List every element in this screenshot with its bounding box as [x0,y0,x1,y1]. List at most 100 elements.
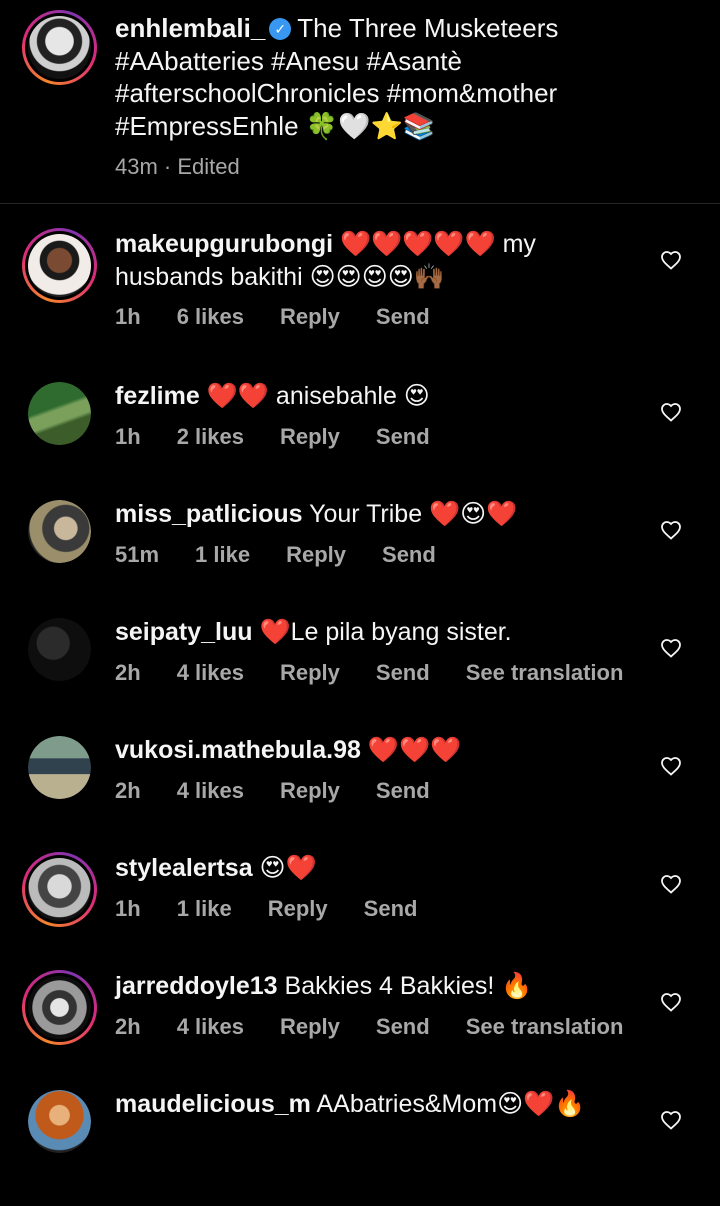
caption-text: enhlembali_ ✓ The Three Musketeers #AAbatt… [115,12,675,143]
comment-body: ❤️❤️❤️ [360,736,462,764]
comment-meta: 2h 4 likes Reply Send See translation [115,1014,659,1040]
send-button[interactable]: Send [376,304,430,330]
heart-outline-icon[interactable] [659,990,683,1014]
send-button[interactable]: Send [364,896,418,922]
comment-avatar-photo [28,1090,91,1153]
comment-likes[interactable]: 6 likes [177,304,244,330]
comment-row: seipaty_luu ❤️Le pila byang sister. 2h 4 l… [0,616,720,734]
comment-avatar-frame [25,855,94,924]
send-button[interactable]: Send [376,424,430,450]
comment-text: makeupgurubongi ❤️❤️❤️❤️❤️ my husbands b… [115,228,640,294]
comment-username[interactable]: jarreddoyle13 [115,972,278,1000]
reply-button[interactable]: Reply [280,424,340,450]
comment-body: Bakkies 4 Bakkies! 🔥 [277,972,533,1000]
comment-avatar-photo [28,976,91,1039]
comment-username[interactable]: vukosi.mathebula.98 [115,736,361,764]
comment-avatar[interactable] [28,382,91,445]
reply-button[interactable]: Reply [280,1014,340,1040]
comment-likes[interactable]: 1 like [195,542,250,568]
post-caption: enhlembali_ ✓ The Three Musketeers #AAbatt… [0,0,720,204]
comment-time: 2h [115,660,141,685]
caption-line-1: The Three Musketeers [297,13,559,43]
comment-avatar[interactable] [28,500,91,563]
comment-body: 😍❤️ [252,854,317,882]
caption-separator: · [157,154,178,179]
comment-row: maudelicious_m AAbatries&Mom😍❤️🔥 [0,1088,720,1206]
caption-avatar-frame [25,13,94,82]
comment-meta: 1h 1 like Reply Send [115,896,453,922]
comment-meta: 2h 4 likes Reply Send [115,778,466,804]
heart-outline-icon[interactable] [659,248,683,272]
comment-text: seipaty_luu ❤️Le pila byang sister. [115,616,640,649]
send-button[interactable]: Send [382,542,436,568]
comment-username[interactable]: fezlime [115,382,200,410]
reply-button[interactable]: Reply [280,304,340,330]
reply-button[interactable]: Reply [280,660,340,686]
comment-time: 2h [115,778,141,803]
comment-row: jarreddoyle13 Bakkies 4 Bakkies! 🔥 2h 4 li… [0,970,720,1088]
comment-avatar-frame [25,973,94,1042]
send-button[interactable]: Send [376,660,430,686]
comment-body: AAbatries&Mom😍❤️🔥 [310,1090,586,1118]
comment-username[interactable]: miss_patlicious [115,500,303,528]
comment-row: miss_patlicious Your Tribe ❤️😍❤️ 51m 1 lik… [0,498,720,616]
comment-likes[interactable]: 2 likes [177,424,244,450]
comment-avatar-photo [28,736,91,799]
comment-avatar-frame [25,231,94,300]
comment-time: 1h [115,896,141,921]
comment-avatar-photo [28,382,91,445]
see-translation-button[interactable]: See translation [466,660,624,686]
caption-meta: 43m · Edited [115,154,240,180]
comment-likes[interactable]: 1 like [177,896,232,922]
comment-body: ❤️Le pila byang sister. [252,618,512,646]
reply-button[interactable]: Reply [286,542,346,568]
send-button[interactable]: Send [376,1014,430,1040]
reply-button[interactable]: Reply [268,896,328,922]
heart-outline-icon[interactable] [659,1108,683,1132]
see-translation-button[interactable]: See translation [466,1014,624,1040]
caption-line-3[interactable]: #afterschoolChronicles #mom&mother [115,78,557,108]
comment-row: fezlime ❤️❤️ anisebahle 😍 1h 2 likes Reply S… [0,380,720,498]
caption-line-4[interactable]: #EmpressEnhle [115,111,299,141]
comment-avatar[interactable] [28,1090,91,1153]
comment-likes[interactable]: 4 likes [177,778,244,804]
heart-outline-icon[interactable] [659,872,683,896]
reply-button[interactable]: Reply [280,778,340,804]
comment-avatar-photo [28,234,91,297]
comment-text: fezlime ❤️❤️ anisebahle 😍 [115,380,640,413]
caption-avatar-photo [28,16,91,79]
comment-username[interactable]: stylealertsa [115,854,253,882]
comment-avatar[interactable] [22,852,97,927]
comment-username[interactable]: seipaty_luu [115,618,253,646]
comment-meta: 2h 4 likes Reply Send See translation [115,660,659,686]
comment-avatar[interactable] [28,618,91,681]
heart-outline-icon[interactable] [659,400,683,424]
heart-outline-icon[interactable] [659,754,683,778]
comment-body: Your Tribe ❤️😍❤️ [302,500,518,528]
comment-username[interactable]: makeupgurubongi [115,230,333,258]
caption-avatar[interactable] [22,10,97,85]
comment-avatar-photo [28,500,91,563]
comment-avatar[interactable] [28,736,91,799]
comment-row: vukosi.mathebula.98 ❤️❤️❤️ 2h 4 likes Reply… [0,734,720,852]
comment-likes[interactable]: 4 likes [177,1014,244,1040]
comment-text: miss_patlicious Your Tribe ❤️😍❤️ [115,498,640,531]
comment-text: maudelicious_m AAbatries&Mom😍❤️🔥 [115,1088,640,1121]
comment-time: 1h [115,424,141,449]
caption-username[interactable]: enhlembali_ [115,13,265,43]
heart-outline-icon[interactable] [659,518,683,542]
comment-meta: 51m 1 like Reply Send [115,542,472,568]
caption-line-2[interactable]: #AAbatteries #Anesu #Asantè [115,46,462,76]
send-button[interactable]: Send [376,778,430,804]
heart-outline-icon[interactable] [659,636,683,660]
comment-username[interactable]: maudelicious_m [115,1090,311,1118]
caption-edited: Edited [177,154,240,179]
comment-avatar-photo [28,618,91,681]
comment-text: vukosi.mathebula.98 ❤️❤️❤️ [115,734,640,767]
comment-text: stylealertsa 😍❤️ [115,852,640,885]
comment-avatar[interactable] [22,970,97,1045]
comment-meta: 1h 6 likes Reply Send [115,304,466,330]
comment-avatar[interactable] [22,228,97,303]
comment-meta: 1h 2 likes Reply Send [115,424,466,450]
comment-likes[interactable]: 4 likes [177,660,244,686]
